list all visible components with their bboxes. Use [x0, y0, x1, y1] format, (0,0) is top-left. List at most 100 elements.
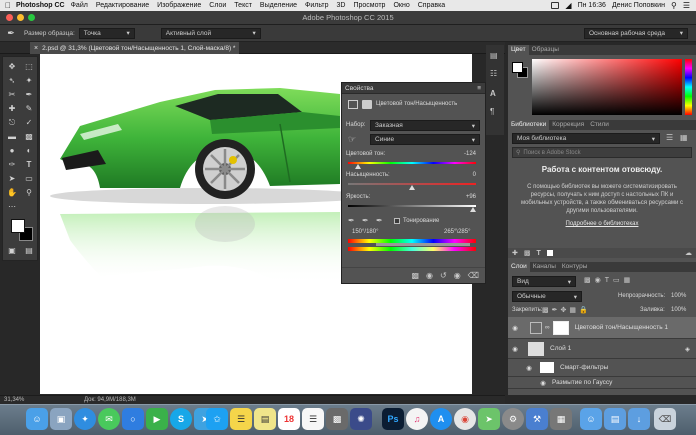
- safari-icon[interactable]: ✦: [74, 408, 96, 430]
- menu-app-name[interactable]: Photoshop CC: [16, 2, 65, 9]
- add-text-style-icon[interactable]: T: [537, 250, 541, 257]
- close-tab-icon[interactable]: ×: [34, 45, 38, 52]
- layer-row-hue-saturation[interactable]: ◉ ∞ Цветовой тон/Насыщенность 1: [508, 317, 696, 339]
- properties-header[interactable]: Свойства ≡: [342, 83, 485, 94]
- tab-paths[interactable]: Контуры: [559, 262, 591, 272]
- more-tools-icon[interactable]: ⋯: [6, 201, 18, 213]
- visibility-eye-icon[interactable]: ◉: [522, 364, 536, 372]
- wifi-icon[interactable]: ◢: [565, 1, 571, 10]
- stock-search-input[interactable]: ⚲ Поиск в Adobe Stock: [512, 147, 692, 158]
- hue-slider-thumb[interactable]: [355, 164, 362, 169]
- saturation-slider-thumb[interactable]: [409, 185, 415, 190]
- mask-icon[interactable]: [362, 100, 372, 109]
- menu-list-icon[interactable]: ☰: [683, 1, 690, 10]
- airdrop-icon[interactable]: ☺: [580, 408, 602, 430]
- color-field[interactable]: [532, 59, 682, 115]
- stickies-icon[interactable]: ▤: [254, 408, 276, 430]
- photos-icon[interactable]: ✺: [350, 408, 372, 430]
- sample-layer-select[interactable]: Активный слой ▾: [160, 27, 261, 39]
- doc-size[interactable]: Док: 94,9M/188,3M: [84, 397, 136, 403]
- colorize-checkbox[interactable]: [394, 218, 400, 224]
- sample-size-select[interactable]: Точка ▾: [78, 27, 135, 39]
- xcode-icon[interactable]: ⚒: [526, 408, 548, 430]
- eyedropper-sample-icon[interactable]: ✒: [348, 216, 355, 225]
- system-preferences-icon[interactable]: ⚙: [502, 408, 524, 430]
- finder-icon[interactable]: ☺: [26, 408, 48, 430]
- eraser-tool-icon[interactable]: ▬: [6, 131, 18, 143]
- grid-view-icon[interactable]: ▦: [680, 133, 688, 142]
- range-selector[interactable]: [376, 243, 470, 246]
- trash-icon[interactable]: ⌫: [468, 271, 479, 280]
- eyedropper-add-icon[interactable]: ✒: [362, 216, 369, 225]
- hand-tool-icon[interactable]: ✋: [6, 187, 18, 199]
- hue-value[interactable]: -124: [442, 151, 476, 157]
- applications-folder-icon[interactable]: ▤: [604, 408, 626, 430]
- screen-mode-icon[interactable]: ▤: [23, 245, 35, 257]
- paragraph-icon[interactable]: ¶: [490, 107, 494, 116]
- path-selection-tool-icon[interactable]: ➤: [6, 173, 18, 185]
- messenger-icon[interactable]: ○: [122, 408, 144, 430]
- marquee-tool-icon[interactable]: ⬚: [23, 61, 35, 73]
- clip-to-layer-icon[interactable]: ▩: [411, 271, 419, 280]
- twitter-icon[interactable]: ✩: [206, 408, 228, 430]
- saturation-value[interactable]: 0: [442, 172, 476, 178]
- add-content-icon[interactable]: ✚: [512, 249, 518, 257]
- menu-select[interactable]: Выделение: [260, 2, 297, 9]
- shape-tool-icon[interactable]: ▭: [23, 173, 35, 185]
- layer-row-gaussian-blur[interactable]: ◉ Размытие по Гауссу: [508, 377, 696, 389]
- type-tool-icon[interactable]: T: [23, 159, 35, 171]
- preset-select[interactable]: Заказная ▾: [370, 120, 480, 131]
- layer-row-smart-filters[interactable]: ◉ Смарт-фильтры: [508, 359, 696, 377]
- search-icon[interactable]: ⚲: [671, 1, 677, 10]
- visibility-eye-icon[interactable]: ◉: [536, 379, 550, 387]
- mask-thumbnail[interactable]: [552, 320, 569, 335]
- trash-icon[interactable]: ⌫: [654, 408, 676, 430]
- tab-channels[interactable]: Каналы: [530, 262, 559, 272]
- calendar-icon[interactable]: 18: [278, 408, 300, 430]
- view-previous-icon[interactable]: ◉: [426, 271, 433, 280]
- panel-menu-icon[interactable]: ≡: [477, 85, 481, 92]
- generic-app-icon[interactable]: ▦: [550, 408, 572, 430]
- visibility-eye-icon[interactable]: ◉: [508, 345, 522, 353]
- lightness-slider-track[interactable]: [348, 205, 476, 207]
- downloads-folder-icon[interactable]: ↓: [628, 408, 650, 430]
- tab-libraries[interactable]: Библиотеки: [508, 120, 550, 130]
- foreground-color-add-icon[interactable]: [546, 250, 553, 256]
- character-icon[interactable]: A: [490, 89, 496, 98]
- dodge-tool-icon[interactable]: ◐: [23, 145, 35, 157]
- user-name[interactable]: Денис Поповкин: [612, 2, 665, 9]
- clone-stamp-tool-icon[interactable]: ⎋: [6, 117, 18, 129]
- pen-tool-icon[interactable]: ✑: [6, 159, 18, 171]
- move-tool-icon[interactable]: ✥: [6, 61, 18, 73]
- menu-3d[interactable]: 3D: [337, 2, 346, 9]
- photoshop-icon[interactable]: Ps: [382, 408, 404, 430]
- lightness-slider-thumb[interactable]: [470, 207, 477, 212]
- libraries-learn-more-link[interactable]: Подробнее о библиотеках: [512, 221, 692, 227]
- crop-tool-icon[interactable]: ✂: [6, 89, 18, 101]
- messages-icon[interactable]: ✉: [98, 408, 120, 430]
- skype-icon[interactable]: S: [170, 408, 192, 430]
- opacity-value[interactable]: 100%: [671, 293, 686, 299]
- history-icon[interactable]: ▤: [490, 51, 498, 60]
- tab-layers[interactable]: Слои: [508, 262, 530, 272]
- visibility-eye-icon[interactable]: ◉: [508, 324, 522, 332]
- preview-icon[interactable]: ▣: [50, 408, 72, 430]
- menu-window[interactable]: Окно: [393, 2, 409, 9]
- cloud-sync-icon[interactable]: ☁: [685, 249, 692, 257]
- lightness-value[interactable]: +96: [442, 194, 476, 200]
- list-view-icon[interactable]: ☰: [666, 133, 673, 142]
- eyedropper-tool-icon[interactable]: ✒: [23, 89, 35, 101]
- zoom-tool-icon[interactable]: ⚲: [23, 187, 35, 199]
- history-brush-tool-icon[interactable]: ✓: [23, 117, 35, 129]
- tab-styles[interactable]: Стили: [587, 120, 612, 130]
- facetime-icon[interactable]: ▶: [146, 408, 168, 430]
- tab-color[interactable]: Цвет: [508, 45, 529, 55]
- workspace-select[interactable]: Основная рабочая среда ▾: [584, 27, 688, 39]
- menu-file[interactable]: Файл: [71, 2, 88, 9]
- blend-mode-select[interactable]: Обычные ▾: [512, 291, 582, 302]
- zoom-level[interactable]: 31,34%: [4, 397, 44, 403]
- visibility-eye-icon[interactable]: ◉: [454, 271, 461, 280]
- menu-view[interactable]: Просмотр: [353, 2, 385, 9]
- quick-mask-icon[interactable]: ▣: [6, 245, 18, 257]
- menu-type[interactable]: Текст: [234, 2, 252, 9]
